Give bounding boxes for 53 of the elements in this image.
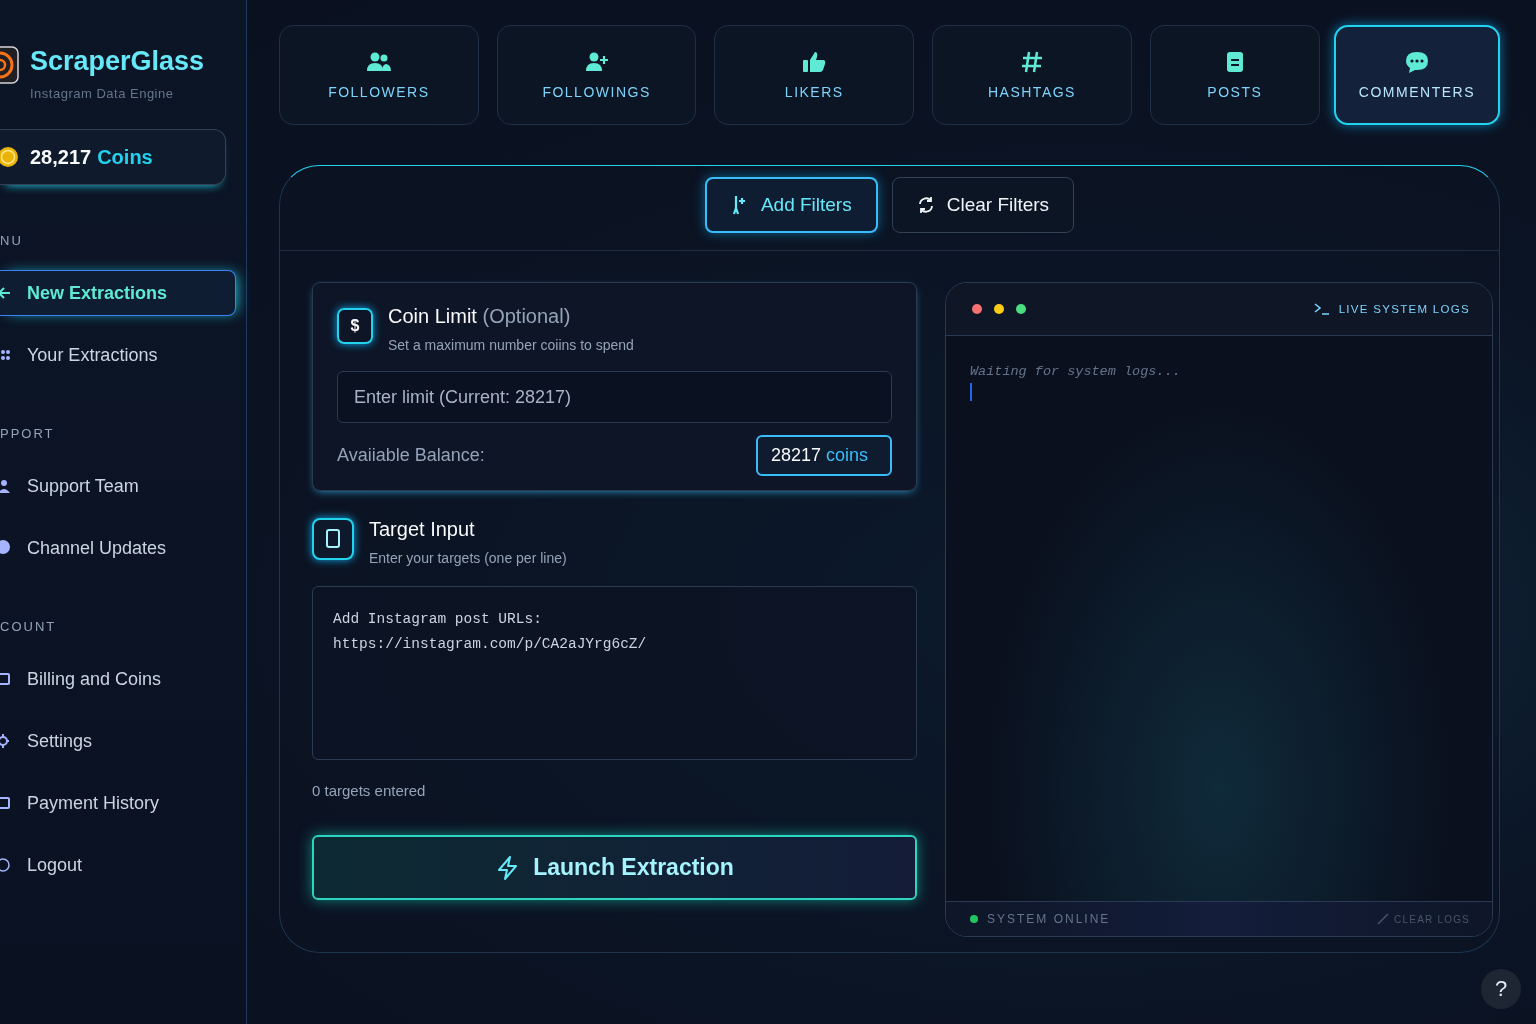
status-text: SYSTEM ONLINE bbox=[987, 912, 1111, 926]
tab[interactable]: LIKERS bbox=[714, 25, 915, 125]
nav-item[interactable]: New Extractions bbox=[0, 270, 236, 316]
section-label: NU bbox=[0, 233, 24, 248]
people-icon bbox=[364, 50, 393, 74]
tab[interactable]: FOLLOWINGS bbox=[496, 25, 697, 125]
coin-amount: 28,217 bbox=[30, 145, 92, 169]
section-label: PPORT bbox=[0, 426, 56, 441]
settings-icon bbox=[0, 733, 12, 749]
terminal-icon bbox=[1313, 303, 1330, 315]
status-dot bbox=[970, 915, 978, 923]
section-label: COUNT bbox=[0, 619, 58, 634]
target-input-subtitle: Enter your targets (one per line) bbox=[369, 550, 567, 566]
nav-item[interactable]: Your Extractions bbox=[0, 332, 236, 378]
coin-limit-subtitle: Set a maximum number coiins to spend bbox=[388, 337, 634, 353]
brand-name: ScraperGlass bbox=[30, 46, 205, 77]
filter-button[interactable]: Clear Filters bbox=[891, 177, 1075, 233]
targets-count: 0 targets entered bbox=[312, 782, 427, 799]
refresh-icon bbox=[916, 196, 935, 214]
targets-field[interactable]: Add Instagram post URLs: https://instagram.com/p/CA2aJYrg6cZ/ bbox=[312, 586, 917, 760]
brush-icon bbox=[1377, 913, 1390, 925]
help-button[interactable]: ? bbox=[1481, 969, 1521, 1009]
tab[interactable]: FOLLOWERS bbox=[279, 25, 479, 125]
brand-subtitle: Instagram Data Engine bbox=[30, 86, 175, 101]
card-icon bbox=[0, 671, 12, 687]
coin-unit: Coins bbox=[97, 145, 153, 169]
dollar-icon: $ bbox=[337, 308, 373, 344]
filter-button[interactable]: Add Filters bbox=[704, 177, 878, 233]
logo-icon bbox=[0, 46, 20, 84]
balance-label: Avaiiable Balance: bbox=[337, 445, 485, 466]
arrow-icon bbox=[0, 285, 12, 301]
phone-icon bbox=[312, 518, 354, 560]
tab[interactable]: HASHTAGS bbox=[932, 25, 1132, 125]
nav-item[interactable]: Payment History bbox=[0, 780, 236, 826]
coin-icon bbox=[0, 145, 20, 169]
balance-badge: 28217 coins bbox=[755, 435, 892, 476]
nav-item[interactable]: Support Team bbox=[0, 463, 236, 509]
nav-item[interactable]: Settings bbox=[0, 718, 236, 764]
launch-button[interactable]: Launch Extraction bbox=[312, 835, 917, 900]
tab[interactable]: COMMENTERS bbox=[1333, 25, 1500, 125]
card-icon bbox=[0, 795, 12, 811]
people-icon bbox=[0, 478, 12, 494]
nav-item[interactable]: Billing and Coins bbox=[0, 656, 236, 702]
nav-item[interactable]: Logout bbox=[0, 842, 236, 888]
dots-icon bbox=[0, 347, 12, 363]
coin-limit-title: Coin Limit (Optional) bbox=[388, 305, 572, 328]
tab[interactable]: POSTS bbox=[1149, 25, 1320, 125]
log-placeholder: Waiting for system logs... bbox=[970, 364, 1182, 379]
logs-title: LIVE SYSTEM LOGS bbox=[1338, 303, 1470, 315]
text-cursor bbox=[970, 383, 972, 401]
target-input-title: Target Input bbox=[369, 518, 476, 541]
nav-item[interactable]: Channel Updates bbox=[0, 525, 236, 571]
limit-input-field[interactable]: Enter limit (Current: 28217) bbox=[337, 371, 892, 423]
